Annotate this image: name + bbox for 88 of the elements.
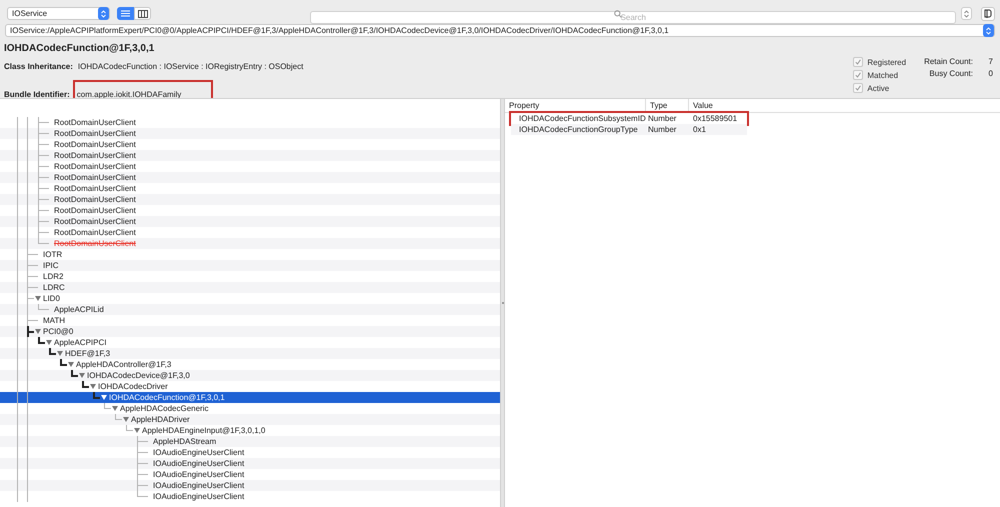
tree-node-label: IOAudioEngineUserClient bbox=[153, 492, 244, 501]
checkmark-icon bbox=[855, 59, 862, 65]
field-label: Class Inheritance: bbox=[4, 62, 73, 71]
tree-node-label: RootDomainUserClient bbox=[54, 195, 136, 204]
tree-row[interactable]: AppleHDADriver bbox=[0, 414, 500, 425]
tree-row[interactable]: AppleHDAStream bbox=[0, 436, 500, 447]
tree-node-label: IOHDACodecFunction@1F,3,0,1 bbox=[109, 393, 225, 402]
checkbox[interactable] bbox=[853, 70, 864, 80]
split-handle-icon[interactable] bbox=[502, 302, 504, 304]
checkbox-label: Registered bbox=[867, 58, 906, 66]
columns-icon bbox=[138, 10, 148, 18]
count-label: Busy Count: bbox=[928, 69, 973, 78]
property-name: IOHDACodecFunctionGroupType bbox=[511, 124, 646, 135]
stepper-icon bbox=[101, 10, 106, 18]
checkbox-label: Matched bbox=[867, 70, 898, 80]
tree-node-label: AppleHDACodecGeneric bbox=[120, 404, 208, 413]
tree-row[interactable]: RootDomainUserClient bbox=[0, 128, 500, 139]
tree-node-label: IOAudioEngineUserClient bbox=[153, 459, 244, 468]
stepper-icon bbox=[964, 10, 970, 18]
tree-node-label: IOAudioEngineUserClient bbox=[153, 448, 244, 457]
tree-row[interactable]: RootDomainUserClient bbox=[0, 216, 500, 227]
selected-tree-row[interactable]: IOHDACodecFunction@1F,3,0,1 bbox=[0, 392, 500, 403]
tree-node-label: HDEF@1F,3 bbox=[65, 349, 110, 358]
list-view-button[interactable] bbox=[117, 7, 134, 20]
count-value: 0 bbox=[988, 69, 993, 78]
checkbox-label: Active bbox=[867, 84, 890, 92]
class-inheritance: IOHDACodecFunction : IOService : IORegistryEntry : OSObject bbox=[78, 62, 304, 71]
tree-node-label: IOAudioEngineUserClient bbox=[153, 470, 244, 479]
property-row[interactable]: IOHDACodecFunctionGroupType Number 0x1 bbox=[511, 124, 747, 135]
search-icon bbox=[614, 10, 622, 18]
tree-row[interactable]: RootDomainUserClient bbox=[0, 150, 500, 161]
tree-row[interactable]: PCI0@0 bbox=[0, 326, 500, 337]
column-view-button[interactable] bbox=[134, 7, 152, 20]
list-icon bbox=[121, 10, 130, 17]
count-value: 7 bbox=[988, 57, 993, 66]
tree-row[interactable]: IOAudioEngineUserClient bbox=[0, 480, 500, 491]
tree-node-label: RootDomainUserClient bbox=[54, 217, 136, 226]
tree-row[interactable]: IPIC bbox=[0, 260, 500, 271]
tree-node-label: RootDomainUserClient bbox=[54, 151, 136, 160]
tree-node-label: AppleACPILid bbox=[54, 305, 104, 314]
checkbox[interactable] bbox=[853, 83, 864, 93]
tree-node-label: IOAudioEngineUserClient bbox=[153, 481, 244, 490]
tree-row[interactable]: IOAudioEngineUserClient bbox=[0, 458, 500, 469]
tree-node-label: RootDomainUserClient bbox=[54, 228, 136, 237]
tree-node-label: AppleHDAStream bbox=[153, 437, 216, 446]
tree-row[interactable]: AppleACPILid bbox=[0, 304, 500, 315]
tree-node-label: LDR2 bbox=[43, 272, 64, 281]
property-type: Number bbox=[646, 124, 689, 135]
tree-row[interactable]: RootDomainUserClient bbox=[0, 172, 500, 183]
tree-node-label: RootDomainUserClient bbox=[54, 162, 136, 171]
plane-popup[interactable]: IOService bbox=[7, 7, 110, 20]
tree-node-label: LID0 bbox=[43, 294, 60, 303]
count-label: Retain Count: bbox=[924, 57, 973, 66]
tree-node-label: IOHDACodecDevice@1F,3,0 bbox=[87, 371, 190, 380]
path-combo-box[interactable]: IOService:/AppleACPIPlatformExpert/PCI0@0/AppleACPIPCI/HDEF@1F,3/AppleHDAController@1F,3/IOHDACodecDevice@1F,3,0/IOHDACodecDriver/IOHDACodecFunction@1F,3,0,1 bbox=[5, 24, 995, 37]
inspector-toggle-button[interactable] bbox=[981, 6, 995, 20]
object-title: IOHDACodecFunction@1F,3,0,1 bbox=[4, 43, 156, 54]
tree-node-label: PCI0@0 bbox=[43, 327, 74, 336]
tree-node-label: RootDomainUserClient bbox=[54, 206, 136, 215]
tree-node-label: RootDomainUserClient bbox=[54, 129, 136, 138]
search-field[interactable]: Search bbox=[310, 11, 956, 24]
tree-node-label: RootDomainUserClient bbox=[54, 184, 136, 193]
tree-node-label: RootDomainUserClient bbox=[54, 239, 136, 248]
tree-node-label: RootDomainUserClient bbox=[54, 140, 136, 149]
checkmark-icon bbox=[855, 72, 862, 78]
checkmark-icon bbox=[855, 85, 862, 91]
highlighted-property-row[interactable]: IOHDACodecFunctionSubsystemID Number 0x15589501 bbox=[511, 113, 747, 124]
panel-icon bbox=[984, 9, 992, 18]
tree-node-label: IOTR bbox=[43, 250, 62, 259]
tree-node-label: AppleHDADriver bbox=[131, 415, 190, 424]
tree-node-label: AppleHDAEngineInput@1F,3,0,1,0 bbox=[142, 426, 266, 435]
tree-node-label: IOHDACodecDriver bbox=[98, 382, 168, 391]
tree-node-label: MATH bbox=[43, 316, 66, 325]
tree-node-label: AppleHDAController@1F,3 bbox=[76, 360, 172, 369]
tree-row[interactable]: LDRC bbox=[0, 282, 500, 293]
tree-row[interactable]: HDEF@1F,3 bbox=[0, 348, 500, 359]
tree-row[interactable]: RootDomainUserClient bbox=[0, 194, 500, 205]
stepper-icon bbox=[986, 26, 991, 34]
tree-node-label: AppleACPIPCI bbox=[54, 338, 106, 347]
tree-node-label: LDRC bbox=[43, 283, 65, 292]
tree-node-label: RootDomainUserClient bbox=[54, 118, 136, 127]
tree-node-label: IPIC bbox=[43, 261, 59, 270]
field-label: Bundle Identifier: bbox=[4, 90, 70, 99]
tree-row[interactable]: IOHDACodecDevice@1F,3,0 bbox=[0, 370, 500, 381]
checkbox[interactable] bbox=[853, 57, 864, 67]
tree-node-label: RootDomainUserClient bbox=[54, 173, 136, 182]
property-value: 0x1 bbox=[689, 124, 747, 135]
tree-row[interactable]: RootDomainUserClient bbox=[0, 238, 500, 249]
